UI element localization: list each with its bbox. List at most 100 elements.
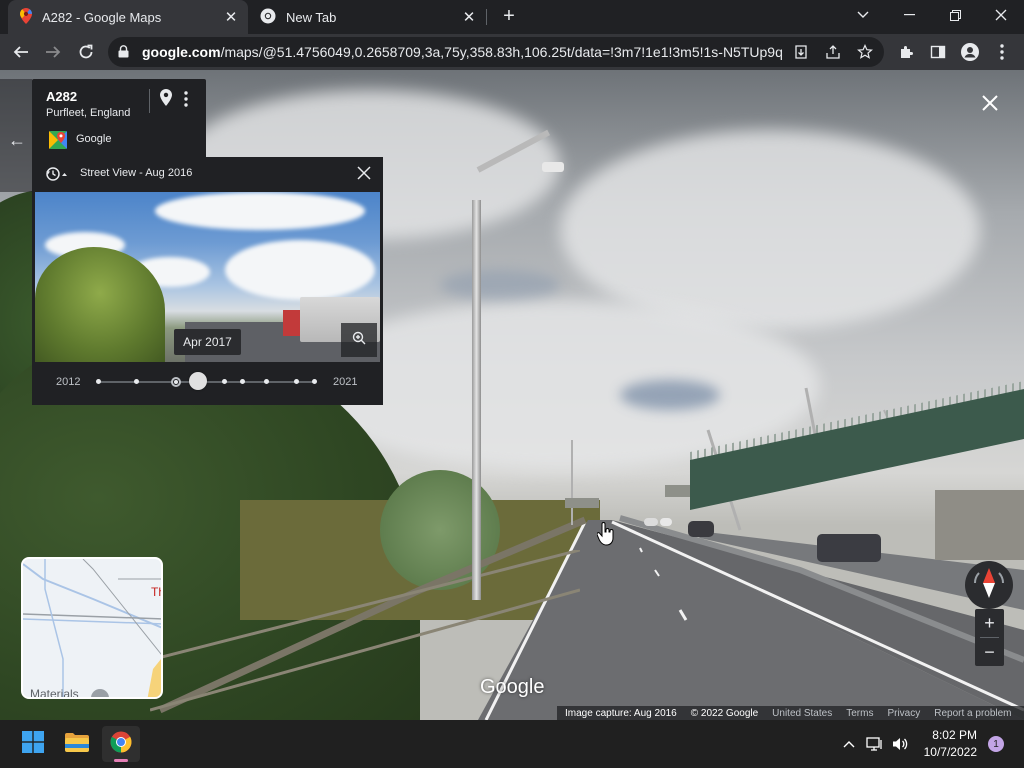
side-panel-icon[interactable] <box>928 42 948 62</box>
zoom-in-button[interactable]: + <box>975 609 1004 637</box>
bridge-pier <box>935 490 1024 560</box>
windows-logo-icon <box>22 730 44 758</box>
history-clock-icon[interactable] <box>45 166 67 187</box>
timeline-start-year: 2012 <box>56 376 81 388</box>
google-maps-pin-icon <box>20 7 32 27</box>
timeline-date-marker[interactable] <box>294 379 299 384</box>
taskbar-clock-time[interactable]: 8:02 PM <box>931 728 977 742</box>
tab-google-maps[interactable]: A282 - Google Maps ✕ <box>8 0 248 34</box>
forward-button[interactable] <box>40 39 66 65</box>
start-button[interactable] <box>14 726 52 762</box>
tab-new-tab[interactable]: New Tab ✕ <box>250 0 486 34</box>
close-street-view-icon[interactable] <box>980 93 1000 118</box>
privacy-link[interactable]: Privacy <box>887 708 920 719</box>
network-icon[interactable] <box>866 736 884 752</box>
tab-close-icon[interactable]: ✕ <box>458 6 480 28</box>
image-capture-date: Image capture: Aug 2016 <box>565 707 677 719</box>
minimize-button[interactable] <box>886 0 932 30</box>
zoom-in-magnifier-icon <box>352 331 366 350</box>
mini-map-label: Materials <box>30 687 79 699</box>
place-subtitle: Purfleet, England <box>46 107 131 119</box>
more-options-icon[interactable] <box>184 91 188 112</box>
mini-map-roads <box>23 559 161 697</box>
place-title: A282 <box>46 89 78 104</box>
street-lamp-head <box>542 162 564 172</box>
car <box>644 518 658 526</box>
cloud <box>225 240 375 300</box>
volume-icon[interactable] <box>891 736 909 752</box>
compass-icon <box>969 563 1009 608</box>
cloud <box>155 192 365 230</box>
car <box>688 521 714 537</box>
google-watermark: Google <box>480 676 545 698</box>
tab-search-chevron-icon[interactable] <box>840 0 886 30</box>
close-icon[interactable] <box>356 165 372 186</box>
share-icon[interactable] <box>824 43 842 61</box>
expand-preview-button[interactable] <box>341 323 377 357</box>
restore-button[interactable] <box>932 0 978 30</box>
address-bar[interactable]: google.com/maps/@51.4756049,0.2658709,3a… <box>108 37 884 67</box>
chrome-icon <box>260 8 276 27</box>
profile-avatar-icon[interactable] <box>960 42 980 62</box>
hand-cursor-icon <box>596 522 615 551</box>
back-arrow-icon[interactable]: ← <box>8 130 26 151</box>
timeline-slider-thumb[interactable] <box>189 372 207 390</box>
copyright-text: © 2022 Google <box>690 707 759 719</box>
back-button[interactable] <box>8 39 34 65</box>
active-app-indicator <box>114 759 128 762</box>
install-app-icon[interactable] <box>792 43 810 61</box>
time-machine-header: Street View - Aug 2016 <box>32 157 383 191</box>
timeline-date-marker[interactable] <box>264 379 269 384</box>
folder-icon <box>65 732 89 757</box>
new-tab-button[interactable]: + <box>498 6 520 28</box>
map-pin-icon[interactable] <box>160 89 172 111</box>
time-machine-title: Street View - Aug 2016 <box>80 167 193 179</box>
zoom-out-button[interactable]: − <box>975 638 1004 666</box>
timeline-end-year: 2021 <box>333 376 358 388</box>
maps-footer-bar: Image capture: Aug 2016 © 2022 Google Un… <box>557 706 1024 720</box>
url-host: google.com <box>142 44 221 60</box>
timeline-date-marker[interactable] <box>240 379 245 384</box>
car <box>817 534 881 562</box>
chrome-taskbar-button[interactable] <box>102 726 140 762</box>
reload-button[interactable] <box>73 39 99 65</box>
timeline-slider-track[interactable] <box>98 381 316 383</box>
compass-button[interactable] <box>965 561 1013 609</box>
tab-separator <box>486 9 487 25</box>
timeline-date-marker[interactable] <box>134 379 139 384</box>
terms-link[interactable]: Terms <box>846 708 873 719</box>
timeline-date-tooltip: Apr 2017 <box>174 329 241 355</box>
tab-close-icon[interactable]: ✕ <box>220 6 242 28</box>
mini-map[interactable]: Th Materials <box>21 557 163 699</box>
chrome-icon <box>110 731 132 758</box>
timeline-date-marker[interactable] <box>222 379 227 384</box>
url-path: /maps/@51.4756049,0.2658709,3a,75y,358.8… <box>220 44 782 60</box>
street-view-time-machine-panel: Street View - Aug 2016 2012 2021 <box>32 157 383 405</box>
taskbar-clock-date[interactable]: 10/7/2022 <box>915 745 977 759</box>
timeline-date-marker[interactable] <box>96 379 101 384</box>
close-window-button[interactable] <box>978 0 1024 30</box>
chrome-menu-icon[interactable] <box>992 42 1012 62</box>
browser-toolbar: google.com/maps/@51.4756049,0.2658709,3a… <box>0 34 1024 70</box>
divider <box>149 89 150 113</box>
file-explorer-button[interactable] <box>58 726 96 762</box>
zoom-controls: + − <box>975 609 1004 666</box>
car <box>660 518 672 526</box>
street-lamp-post <box>472 200 481 600</box>
browser-tab-bar: A282 - Google Maps ✕ New Tab ✕ + <box>0 0 1024 34</box>
place-card: A282 Purfleet, England Google <box>32 79 206 161</box>
country-link[interactable]: United States <box>772 708 832 719</box>
tab-title: A282 - Google Maps <box>42 9 162 25</box>
report-problem-link[interactable]: Report a problem <box>934 708 1011 719</box>
lock-icon[interactable] <box>118 45 129 63</box>
url-text[interactable]: google.com/maps/@51.4756049,0.2658709,3a… <box>142 44 782 60</box>
extensions-puzzle-icon[interactable] <box>896 42 916 62</box>
place-brand: Google <box>76 133 112 145</box>
timeline-date-marker[interactable] <box>312 379 317 384</box>
bookmark-star-icon[interactable] <box>856 43 874 61</box>
notification-count-badge[interactable]: 1 <box>988 736 1004 752</box>
show-hidden-icons-chevron-icon[interactable] <box>840 736 858 752</box>
tab-title: New Tab <box>286 9 337 25</box>
timeline-current-date-marker[interactable] <box>171 377 181 387</box>
google-maps-logo-icon <box>49 131 67 149</box>
